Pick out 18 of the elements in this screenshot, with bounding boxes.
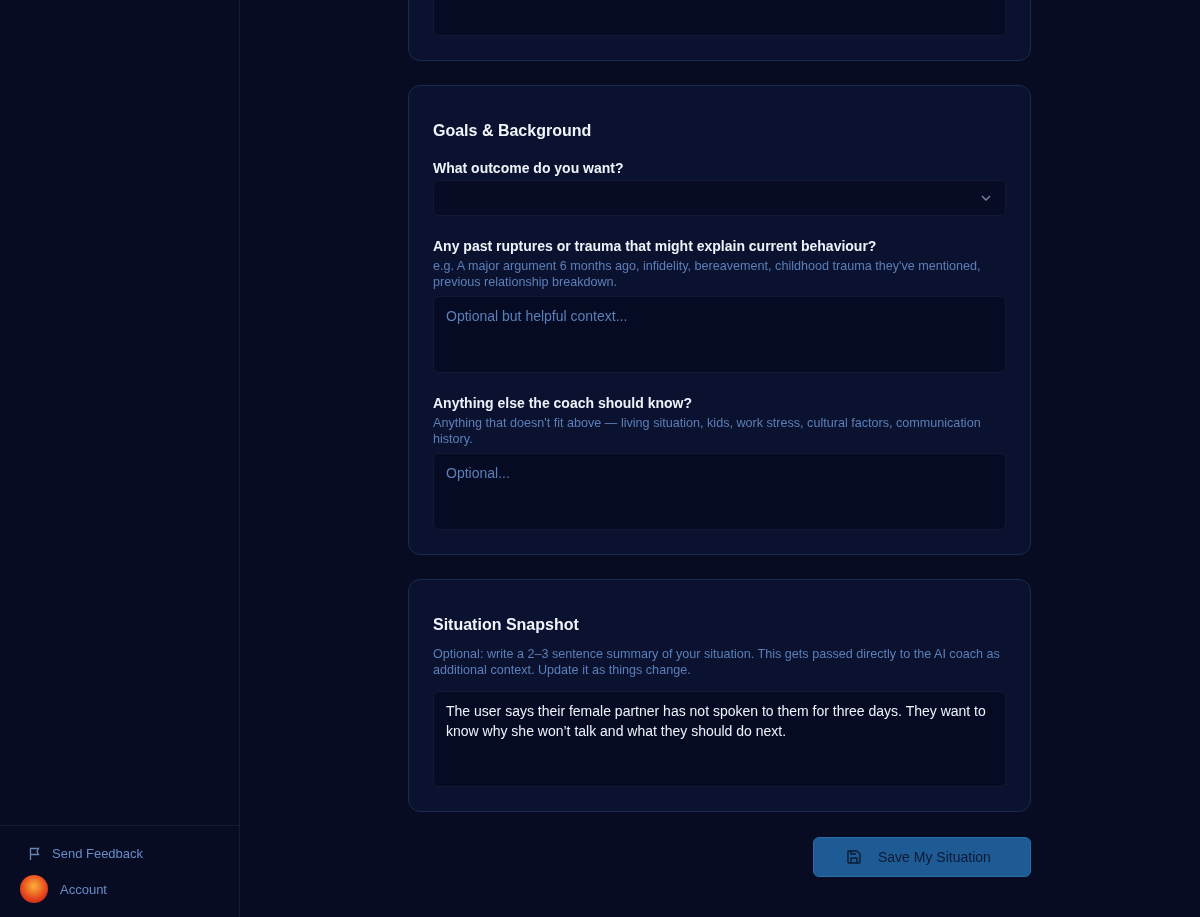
account-link[interactable]: Account — [20, 875, 239, 903]
text-area[interactable]: Optional... — [433, 453, 1006, 530]
save-icon — [846, 849, 862, 865]
field-label: Anything else the coach should know? — [433, 395, 694, 411]
field-hint: Anything that doesn't fit above — living situation, kids, work stress, cultural factors, communication history. — [433, 415, 982, 447]
outcome-select[interactable] — [433, 180, 1006, 216]
section-title: Goals & Background — [433, 121, 593, 140]
send-feedback-link[interactable]: Send Feedback — [20, 846, 239, 861]
text-area[interactable]: Optional but helpful context... — [433, 296, 1006, 373]
field-label: What outcome do you want? — [433, 160, 625, 176]
text-area[interactable]: The user says their female partner has not spoken to them for three days. They want to know why she won’t talk and what they should do next. — [433, 691, 1006, 787]
section-title: Situation Snapshot — [433, 615, 580, 634]
flag-icon — [28, 846, 42, 861]
avatar — [20, 875, 48, 903]
section-description: Optional: write a 2–3 sentence summary of your situation. This gets passed directly to the AI coach as additional context. Update it as things change. — [433, 646, 1001, 678]
field-hint: e.g. A major argument 6 months ago, infidelity, bereavement, childhood trauma they've mentioned, previous relationship breakdown. — [433, 258, 982, 290]
field-label: Any past ruptures or trauma that might explain current behaviour? — [433, 238, 878, 254]
chevron-down-icon — [981, 195, 991, 201]
